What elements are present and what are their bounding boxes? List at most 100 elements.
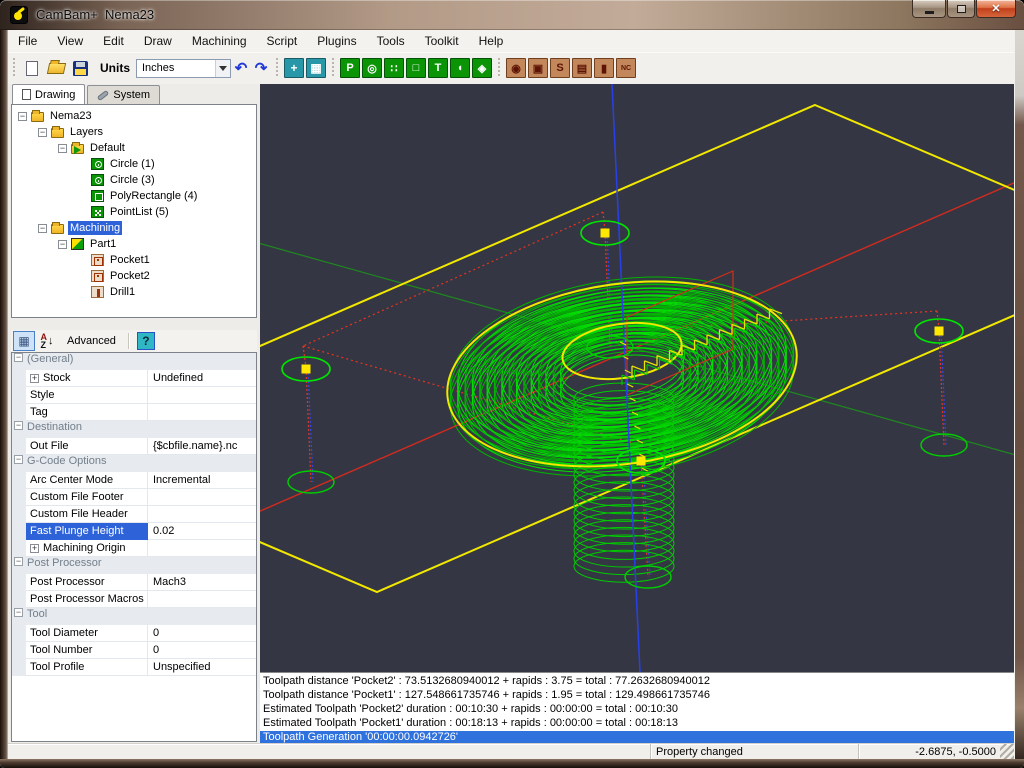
property-row-tag[interactable]: Tag [12,404,256,421]
property-row-custom-file-header[interactable]: Custom File Header [12,506,256,523]
snap-grid-button[interactable]: ▦ [306,58,326,78]
tree-item-pocket1[interactable]: Pocket1 [12,252,256,268]
menu-script[interactable]: Script [257,30,308,52]
menu-help[interactable]: Help [469,30,514,52]
collapse-icon[interactable]: − [14,353,23,362]
property-row-machining-origin[interactable]: +Machining Origin [12,540,256,557]
3d-viewport[interactable] [260,84,1014,672]
tab-drawing[interactable]: Drawing [12,84,85,104]
tree-item-layers[interactable]: − Layers [12,124,256,140]
tree-item-default-layer[interactable]: − Default [12,140,256,156]
advanced-button[interactable]: Advanced [59,335,124,347]
collapse-icon[interactable]: − [58,144,67,153]
tree-item-drill1[interactable]: Drill1 [12,284,256,300]
log-line[interactable]: Toolpath distance 'Pocket1' : 127.548661… [260,689,1014,703]
folder-icon [31,112,44,122]
menu-draw[interactable]: Draw [134,30,182,52]
property-row-style[interactable]: Style [12,387,256,404]
polyline-tool-button[interactable]: P [340,58,360,78]
lathe-mop-button[interactable]: ▤ [572,58,592,78]
tree-item-pointlist-5[interactable]: PointList (5) [12,204,256,220]
collapse-icon[interactable]: − [18,112,27,121]
maximize-button[interactable] [947,0,975,18]
property-row-arc-center-mode[interactable]: Arc Center ModeIncremental [12,472,256,489]
text-tool-button[interactable]: T [428,58,448,78]
menu-machining[interactable]: Machining [182,30,257,52]
category-row[interactable]: −(General) [12,353,256,370]
profile-mop-button[interactable]: ◉ [506,58,526,78]
log-line[interactable]: Estimated Toolpath 'Pocket1' duration : … [260,717,1014,731]
collapse-icon[interactable]: − [38,224,47,233]
category-row[interactable]: −Destination [12,421,256,438]
property-row-fast-plunge-height[interactable]: Fast Plunge Height0.02 [12,523,256,540]
tree-item-machining[interactable]: − Machining [12,220,256,236]
snap-points-button[interactable]: + [284,58,304,78]
collapse-icon[interactable]: − [58,240,67,249]
property-row-post-processor-macros[interactable]: Post Processor Macros [12,591,256,608]
category-row[interactable]: −Tool [12,608,256,625]
titlebar[interactable]: CamBam+ Nema23 ✕ [0,0,1024,30]
collapse-icon[interactable]: − [14,608,23,617]
redo-button[interactable]: ↷ [251,59,271,77]
menu-edit[interactable]: Edit [93,30,134,52]
category-row[interactable]: −G-Code Options [12,455,256,472]
collapse-icon[interactable]: − [14,421,23,430]
pocket-mop-button[interactable]: ▣ [528,58,548,78]
minimize-button[interactable] [912,0,946,18]
new-file-button[interactable] [21,57,43,79]
alphabetical-view-button[interactable]: AZ↓ [35,331,59,351]
menu-view[interactable]: View [47,30,93,52]
status-coordinates: -2.6875, -0.5000 [858,744,1000,759]
tree-item-circle-1[interactable]: Circle (1) [12,156,256,172]
toolbar-grip[interactable] [275,58,280,78]
property-row-tool-number[interactable]: Tool Number0 [12,642,256,659]
collapse-icon[interactable]: − [38,128,47,137]
help-button[interactable]: ? [137,332,155,350]
region-tool-button[interactable]: ◖ [450,58,470,78]
menu-plugins[interactable]: Plugins [307,30,366,52]
menu-toolkit[interactable]: Toolkit [415,30,469,52]
engrave-mop-button[interactable]: S [550,58,570,78]
property-row-stock[interactable]: +StockUndefined [12,370,256,387]
circle-tool-button[interactable]: ◎ [362,58,382,78]
drill-mop-button[interactable]: ▮ [594,58,614,78]
rectangle-entity-icon [91,190,104,202]
gcode-mop-button[interactable]: NC [616,58,636,78]
property-row-tool-diameter[interactable]: Tool Diameter0 [12,625,256,642]
tab-system[interactable]: System [87,85,160,104]
expand-icon[interactable]: + [30,544,39,553]
tree-item-part1[interactable]: − Part1 [12,236,256,252]
point-list-tool-button[interactable]: ∷ [384,58,404,78]
toolbar-grip[interactable] [12,58,17,78]
tree-item-circle-3[interactable]: Circle (3) [12,172,256,188]
save-file-button[interactable] [69,57,91,79]
log-line[interactable]: Estimated Toolpath 'Pocket2' duration : … [260,703,1014,717]
left-panel: Drawing System − Nema23 − Layers − Defau… [8,84,260,743]
property-row-post-processor[interactable]: Post ProcessorMach3 [12,574,256,591]
expand-icon[interactable]: + [30,374,39,383]
tree-item-pocket2[interactable]: Pocket2 [12,268,256,284]
collapse-icon[interactable]: − [14,557,23,566]
rectangle-tool-button[interactable]: □ [406,58,426,78]
property-row-tool-profile[interactable]: Tool ProfileUnspecified [12,659,256,676]
category-row[interactable]: −Post Processor [12,557,256,574]
log-line[interactable]: Toolpath distance 'Pocket2' : 73.5132680… [260,675,1014,689]
units-combobox[interactable]: Inches [136,59,231,78]
tree-item-nema23[interactable]: − Nema23 [12,108,256,124]
close-button[interactable]: ✕ [976,0,1016,18]
toolbar-grip[interactable] [331,58,336,78]
open-file-button[interactable] [45,57,67,79]
menu-file[interactable]: File [8,30,47,52]
toolbar-grip[interactable] [497,58,502,78]
units-dropdown-arrow[interactable] [215,60,230,77]
open-folder-icon [46,63,65,74]
collapse-icon[interactable]: − [14,455,23,464]
undo-button[interactable]: ↶ [231,59,251,77]
menu-tools[interactable]: Tools [367,30,415,52]
tree-item-polyrectangle-4[interactable]: PolyRectangle (4) [12,188,256,204]
categorized-view-button[interactable]: ▦ [13,331,35,351]
property-row-custom-file-footer[interactable]: Custom File Footer [12,489,256,506]
surface-tool-button[interactable]: ◈ [472,58,492,78]
resize-grip[interactable] [1000,744,1014,759]
property-row-out-file[interactable]: Out File{$cbfile.name}.nc [12,438,256,455]
